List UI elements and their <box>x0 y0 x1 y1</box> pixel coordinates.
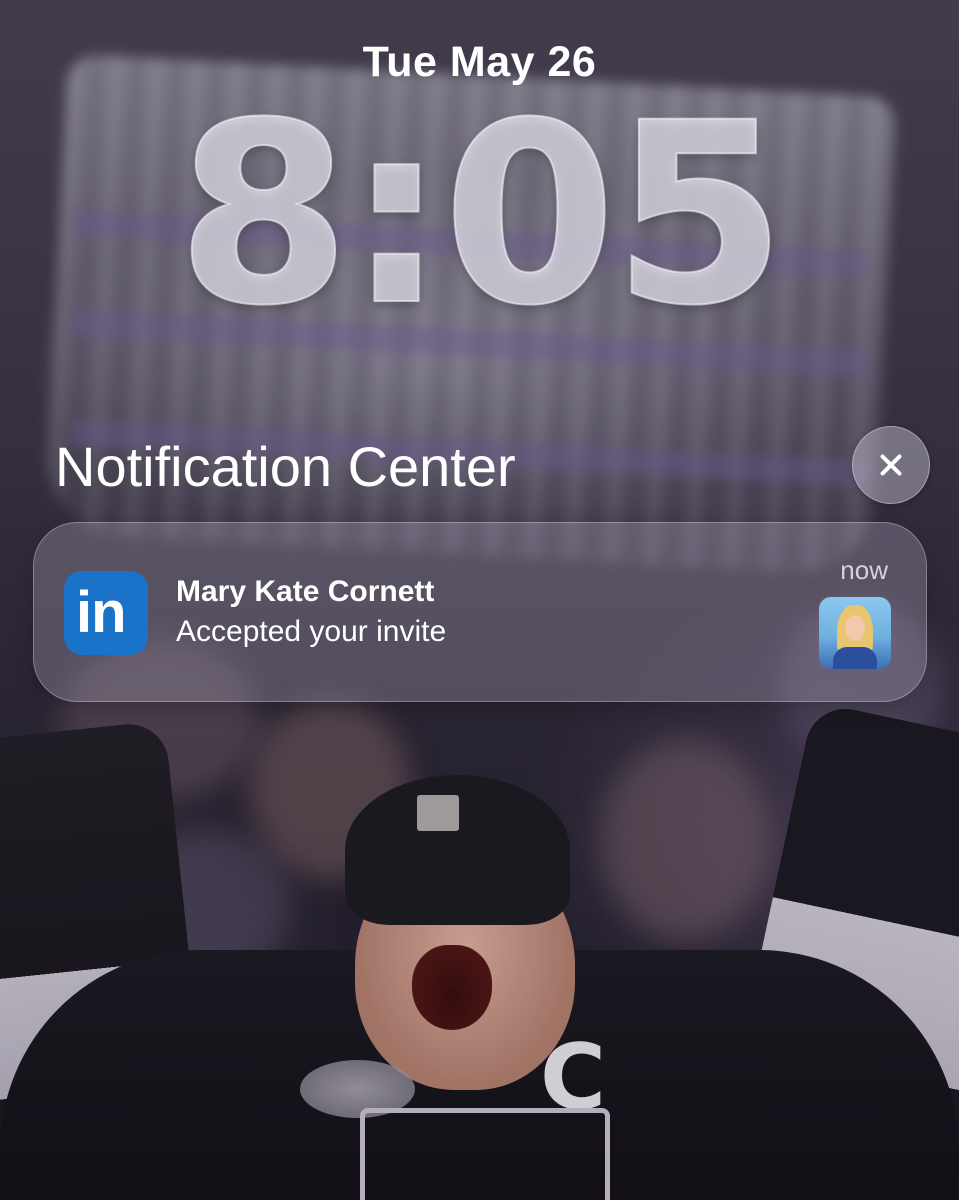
avatar-face <box>845 615 865 641</box>
lock-screen: C Tue May 26 8:05 Notification Center in… <box>0 0 959 1200</box>
notification-center-title: Notification Center <box>55 435 516 498</box>
avatar-top <box>833 647 877 669</box>
notification-card[interactable]: in Mary Kate Cornett Accepted your invit… <box>33 522 927 702</box>
linkedin-icon-text: in <box>76 580 127 645</box>
xmark-icon[interactable] <box>852 426 930 504</box>
notification-time: now <box>840 555 888 585</box>
lock-clock: 8:05 <box>176 69 788 360</box>
notification-message: Accepted your invite <box>176 615 447 648</box>
notification-sender: Mary Kate Cornett <box>176 575 435 608</box>
linkedin-icon: in <box>64 571 148 655</box>
avatar <box>819 597 891 669</box>
